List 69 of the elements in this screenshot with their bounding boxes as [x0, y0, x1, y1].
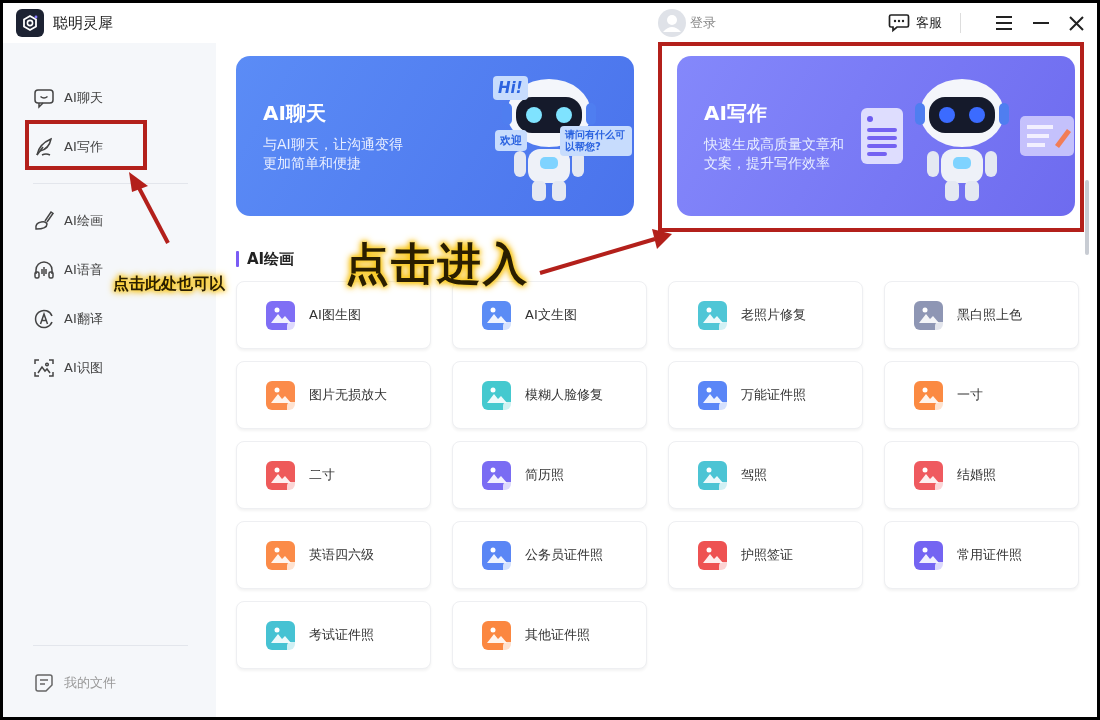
- tool-card[interactable]: 万能证件照: [668, 361, 863, 429]
- tool-label: 常用证件照: [957, 546, 1022, 564]
- tool-label: AI文生图: [525, 306, 577, 324]
- tool-label: 二寸: [309, 466, 335, 484]
- sidebar-item[interactable]: AI翻译: [33, 294, 103, 343]
- close-icon[interactable]: [1069, 15, 1084, 31]
- banner-description: 与AI聊天，让沟通变得更加简单和便捷: [263, 134, 404, 173]
- chat-icon: [33, 86, 55, 109]
- sidebar-item[interactable]: AI识图: [33, 343, 103, 392]
- tool-label: 黑白照上色: [957, 306, 1022, 324]
- tool-label: 老照片修复: [741, 306, 806, 324]
- tool-label: 公务员证件照: [525, 546, 603, 564]
- document-icon: [33, 671, 55, 694]
- tool-card[interactable]: 二寸: [236, 441, 431, 509]
- tool-label: 图片无损放大: [309, 386, 387, 404]
- tool-label: 其他证件照: [525, 626, 590, 644]
- minimize-icon[interactable]: [1033, 21, 1049, 25]
- brush-icon: [33, 209, 55, 232]
- app-logo-icon: [16, 9, 44, 37]
- tool-card[interactable]: 图片无损放大: [236, 361, 431, 429]
- headphones-icon: [33, 258, 55, 281]
- tool-label: 结婚照: [957, 466, 996, 484]
- tool-card[interactable]: 简历照: [452, 441, 647, 509]
- window-title: 聪明灵犀: [53, 13, 113, 33]
- tool-label: 护照签证: [741, 546, 793, 564]
- tool-card[interactable]: 其他证件照: [452, 601, 647, 669]
- banner-title: AI聊天: [263, 99, 327, 127]
- tool-card[interactable]: 一寸: [884, 361, 1079, 429]
- tool-label: 万能证件照: [741, 386, 806, 404]
- tool-label: 模糊人脸修复: [525, 386, 603, 404]
- scrollbar[interactable]: [1085, 180, 1089, 255]
- document-drawing: [859, 106, 905, 166]
- sidebar-item[interactable]: AI写作: [33, 122, 103, 171]
- banner-title: AI写作: [704, 99, 768, 127]
- tool-label: 考试证件照: [309, 626, 374, 644]
- image-scan-icon: [33, 356, 55, 379]
- speech-bubble: 欢迎: [495, 130, 527, 151]
- tool-card[interactable]: 公务员证件照: [452, 521, 647, 589]
- tool-card[interactable]: 英语四六级: [236, 521, 431, 589]
- tool-card[interactable]: 考试证件照: [236, 601, 431, 669]
- support-link[interactable]: 客服: [916, 14, 942, 32]
- feature-banner[interactable]: AI聊天 与AI聊天，让沟通变得更加简单和便捷 Hi! 欢迎 请问有什么可以帮您?: [236, 56, 634, 216]
- tool-label: 一寸: [957, 386, 983, 404]
- feather-pen-icon: [33, 135, 55, 158]
- tool-label: 英语四六级: [309, 546, 374, 564]
- tool-label: 简历照: [525, 466, 564, 484]
- annotation-text: 点击此处也可以: [113, 274, 225, 293]
- pencil-note-drawing: [1019, 115, 1075, 157]
- arrow: [129, 172, 170, 244]
- tool-label: AI图生图: [309, 306, 361, 324]
- tool-card[interactable]: 黑白照上色: [884, 281, 1079, 349]
- translate-icon: [33, 307, 55, 330]
- sidebar-item[interactable]: AI聊天: [33, 73, 103, 122]
- tool-card[interactable]: 驾照: [668, 441, 863, 509]
- tool-card[interactable]: 护照签证: [668, 521, 863, 589]
- menu-icon[interactable]: [995, 15, 1013, 31]
- chat-bubble-icon[interactable]: [888, 13, 910, 33]
- sidebar-item[interactable]: AI语音: [33, 245, 103, 294]
- sidebar-item[interactable]: AI绘画: [33, 196, 103, 245]
- section-title: AI绘画: [247, 249, 295, 269]
- tool-card[interactable]: 常用证件照: [884, 521, 1079, 589]
- speech-bubble: Hi!: [493, 76, 528, 100]
- tool-card[interactable]: 结婚照: [884, 441, 1079, 509]
- tool-card[interactable]: 模糊人脸修复: [452, 361, 647, 429]
- login-link[interactable]: 登录: [690, 14, 716, 32]
- tool-card[interactable]: 老照片修复: [668, 281, 863, 349]
- tool-label: 驾照: [741, 466, 767, 484]
- speech-bubble: 请问有什么可以帮您?: [560, 126, 632, 156]
- banner-description: 快速生成高质量文章和文案，提升写作效率: [704, 134, 845, 173]
